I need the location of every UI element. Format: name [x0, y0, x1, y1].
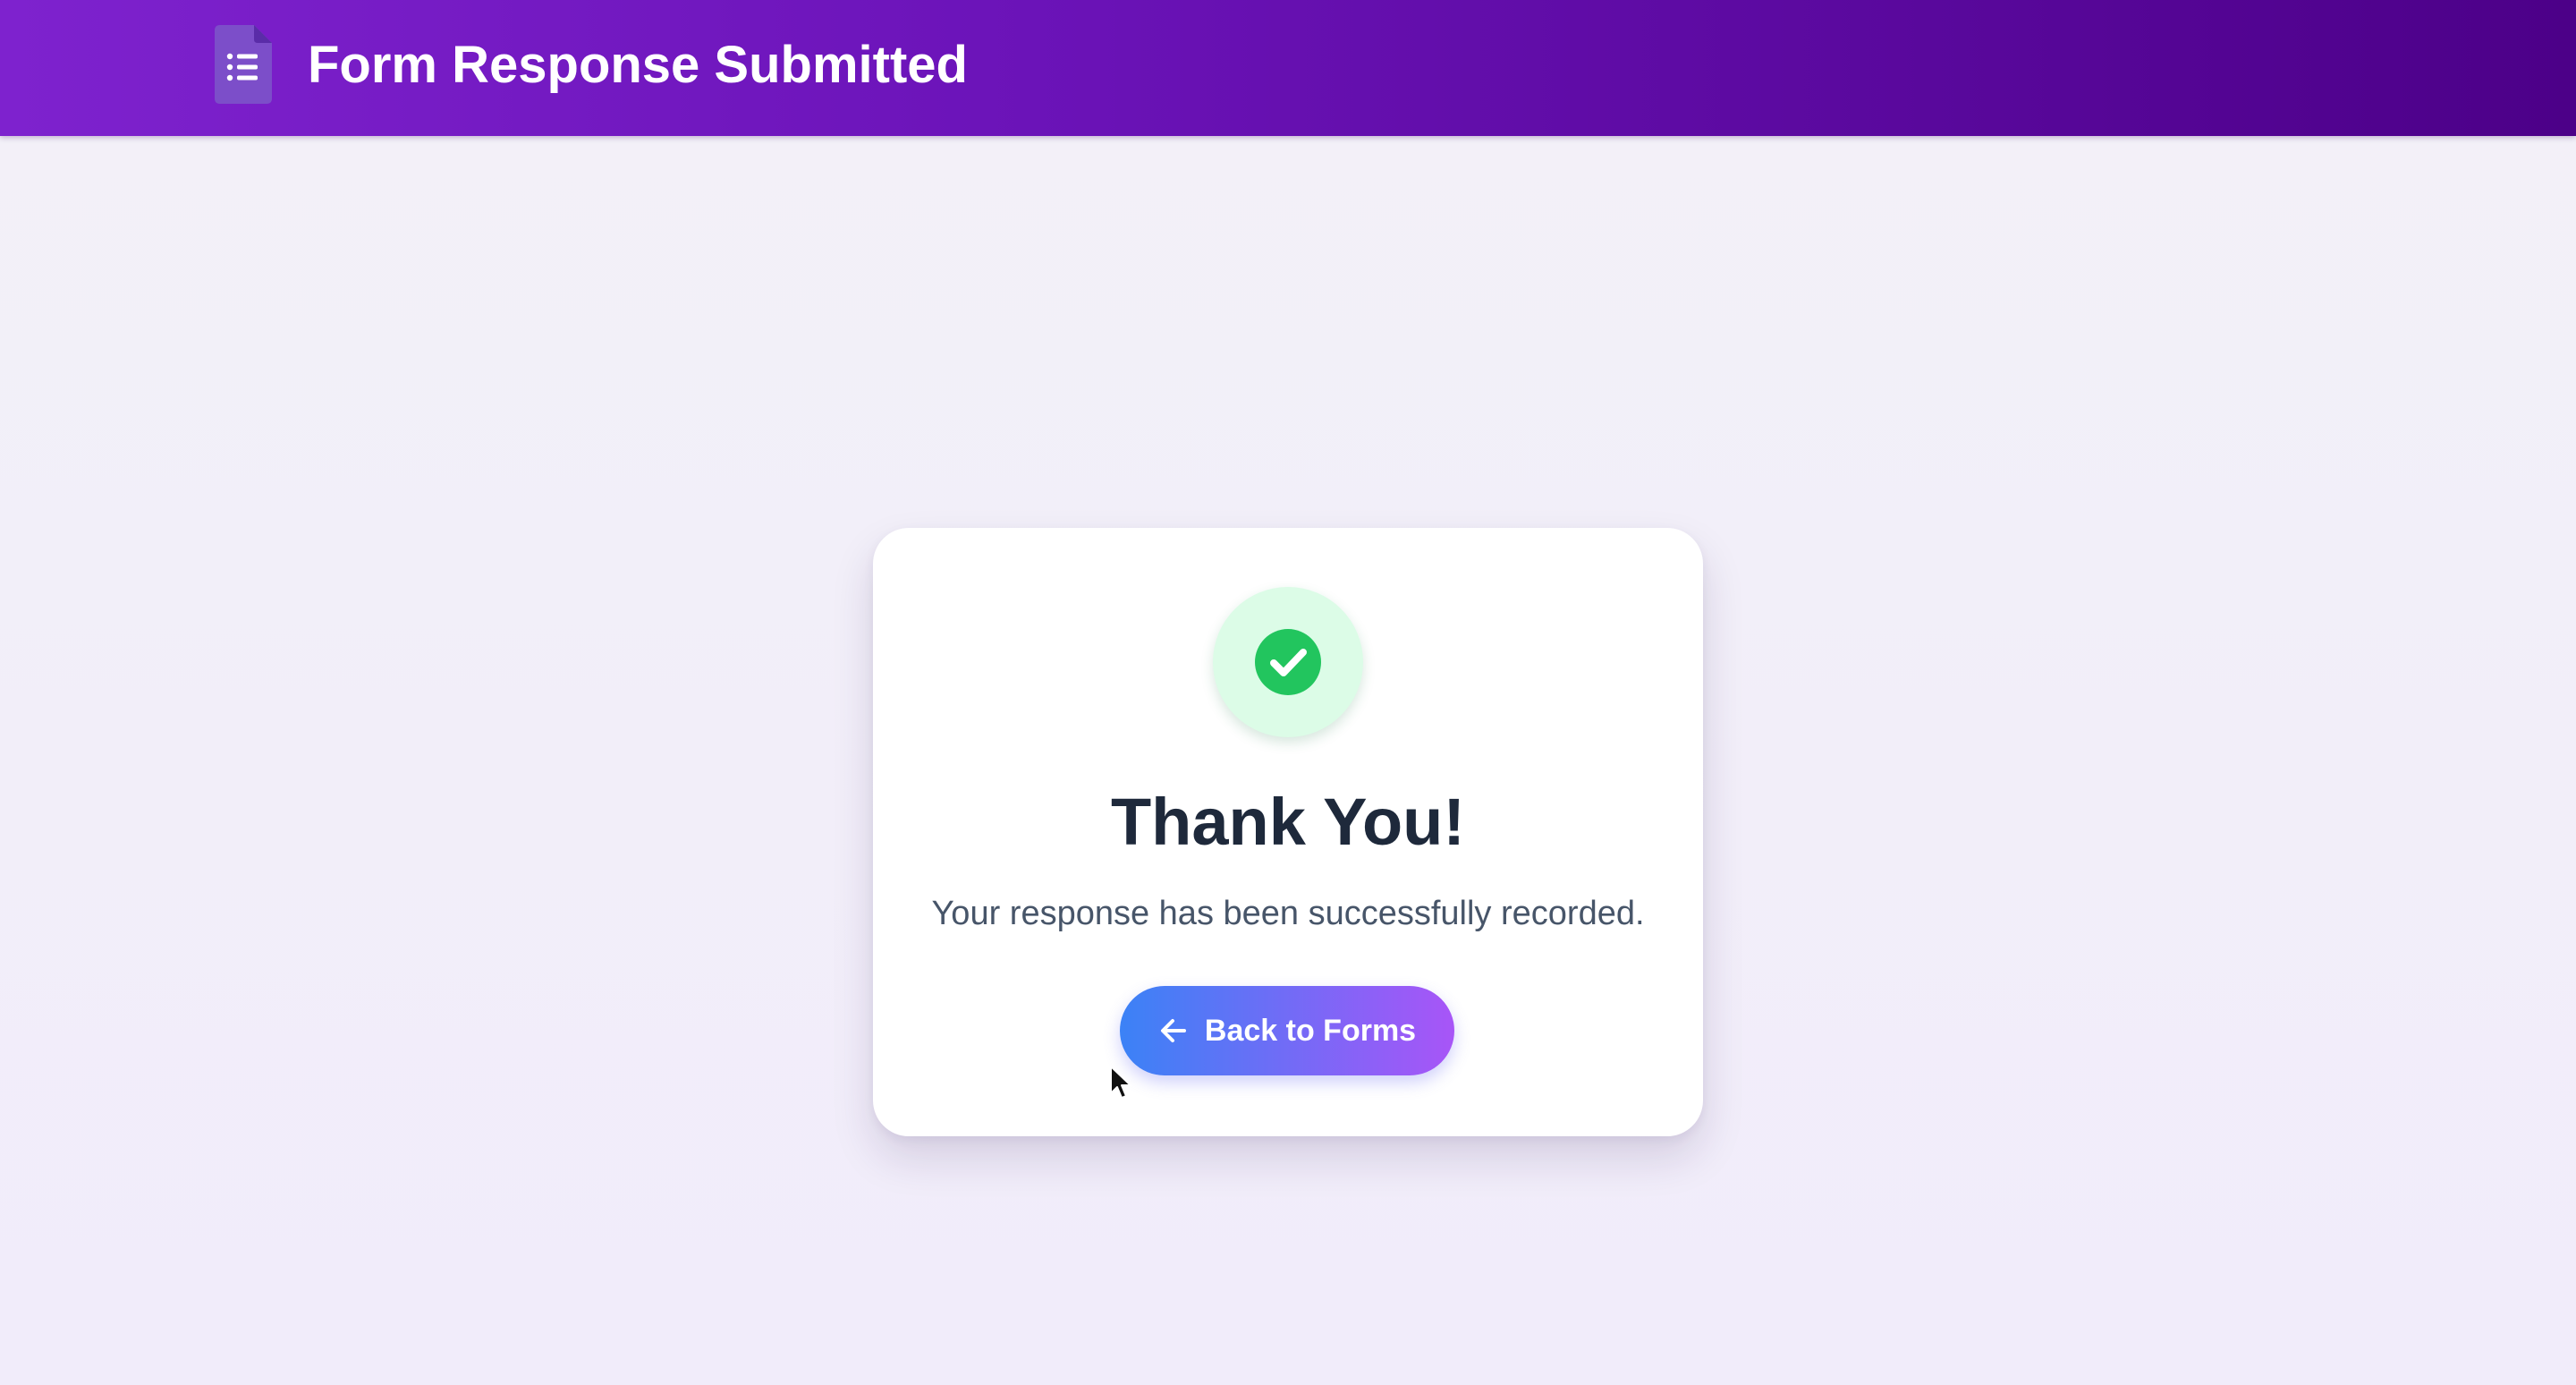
confirmation-title: Thank You!	[1110, 785, 1466, 859]
confirmation-card: Thank You! Your response has been succes…	[873, 528, 1703, 1136]
arrow-left-icon	[1158, 1015, 1189, 1046]
form-list-icon	[215, 25, 272, 104]
page-title: Form Response Submitted	[308, 36, 968, 94]
back-to-forms-button[interactable]: Back to Forms	[1120, 986, 1454, 1075]
confirmation-message: Your response has been successfully reco…	[931, 895, 1645, 932]
mouse-pointer-icon	[1109, 1065, 1134, 1100]
success-badge	[1213, 587, 1363, 737]
check-circle-icon	[1254, 628, 1322, 696]
top-header-bar: Form Response Submitted	[0, 0, 2576, 136]
back-button-label: Back to Forms	[1204, 1014, 1417, 1048]
